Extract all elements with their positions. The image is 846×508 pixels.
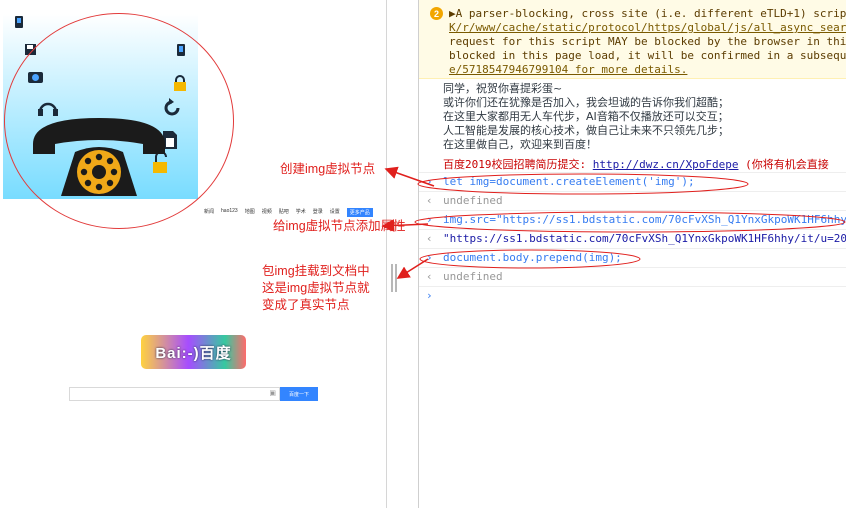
camera-search-icon[interactable]: ▣ bbox=[269, 389, 276, 397]
console-input-row: › let img=document.createElement('img'); bbox=[419, 173, 846, 192]
warning-line[interactable]: ▶A parser-blocking, cross site (i.e. dif… bbox=[449, 7, 846, 21]
recruit-suffix: (你将有机会直接 bbox=[738, 158, 829, 171]
recruit-link[interactable]: http://dwz.cn/XpoFdepe bbox=[593, 158, 739, 171]
input-chevron-icon: › bbox=[426, 175, 433, 188]
console-output-row: ‹ undefined bbox=[419, 192, 846, 211]
baidu-logo[interactable]: Bai:-)百度 bbox=[141, 335, 246, 369]
log-line: 人工智能是发展的核心技术，做自己让未来不只领先几步； bbox=[443, 124, 729, 137]
log-line: 同学，祝贺你喜提彩蛋~ bbox=[443, 82, 563, 95]
devtools-console: 2 ▶A parser-blocking, cross site (i.e. d… bbox=[418, 0, 846, 508]
console-output-row: ‹ "https://ss1.bdstatic.com/70cFvXSh_Q1Y… bbox=[419, 230, 846, 249]
splitter-gap bbox=[387, 0, 418, 508]
nav-tieba[interactable]: 贴吧 bbox=[279, 208, 289, 217]
command-prepend[interactable]: document.body.prepend(img); bbox=[443, 251, 622, 264]
warning-message: 2 ▶A parser-blocking, cross site (i.e. d… bbox=[419, 0, 846, 79]
nav-video[interactable]: 视频 bbox=[262, 208, 272, 217]
easter-egg-message: 同学，祝贺你喜提彩蛋~ 或许你们还在犹豫是否加入，我会坦诚的告诉你我们超酷； 在… bbox=[443, 82, 729, 152]
warning-line: request for this script MAY be blocked b… bbox=[449, 35, 846, 48]
command-set-src[interactable]: img.src="https://ss1.bdstatic.com/70cFvX… bbox=[443, 213, 846, 226]
logo-text: Bai:-)百度 bbox=[155, 344, 232, 362]
result-undefined: undefined bbox=[443, 270, 503, 283]
annotation-attr: 给img虚拟节点添加属性 bbox=[273, 219, 406, 233]
browser-page: 新闻 hao123 地图 视频 贴吧 学术 登录 设置 更多产品 Bai:-)百… bbox=[0, 0, 387, 508]
console-input-row: › document.body.prepend(img); bbox=[419, 249, 846, 268]
log-line: 在这里做自己，欢迎来到百度！ bbox=[443, 138, 597, 151]
prompt-chevron-icon: › bbox=[426, 289, 433, 302]
output-chevron-icon: ‹ bbox=[426, 232, 433, 245]
warning-line[interactable]: e/5718547946799104 for more details. bbox=[449, 63, 687, 77]
annotation-mount-2: 这是img虚拟节点就 bbox=[262, 281, 370, 295]
nav-login[interactable]: 登录 bbox=[313, 208, 323, 217]
recruit-line: 百度2019校园招聘简历提交: http://dwz.cn/XpoFdepe (… bbox=[419, 154, 846, 173]
warning-line[interactable]: K/r/www/cache/static/protocol/https/glob… bbox=[449, 21, 846, 35]
log-line: 或许你们还在犹豫是否加入，我会坦诚的告诉你我们超酷； bbox=[443, 96, 729, 109]
input-chevron-icon: › bbox=[426, 213, 433, 226]
annotation-create: 创建img虚拟节点 bbox=[280, 162, 376, 176]
nav-map[interactable]: 地图 bbox=[245, 208, 255, 217]
output-chevron-icon: ‹ bbox=[426, 270, 433, 283]
result-undefined: undefined bbox=[443, 194, 503, 207]
nav-news[interactable]: 新闻 bbox=[204, 208, 214, 217]
nav-settings[interactable]: 设置 bbox=[330, 208, 340, 217]
highlight-circle bbox=[4, 13, 234, 229]
recruit-text: 百度2019校园招聘简历提交: bbox=[443, 158, 593, 171]
output-chevron-icon: ‹ bbox=[426, 194, 433, 207]
command-create-element[interactable]: let img=document.createElement('img'); bbox=[443, 175, 695, 188]
warning-count-badge: 2 bbox=[430, 7, 443, 20]
nav-hao123[interactable]: hao123 bbox=[221, 208, 238, 217]
annotation-mount-1: 包img挂载到文档中 bbox=[262, 264, 370, 278]
annotation-mount-3: 变成了真实节点 bbox=[262, 298, 350, 312]
console-input-row: › img.src="https://ss1.bdstatic.com/70cF… bbox=[419, 211, 846, 230]
top-nav: 新闻 hao123 地图 视频 贴吧 学术 登录 设置 更多产品 bbox=[204, 208, 373, 217]
more-products-button[interactable]: 更多产品 bbox=[346, 208, 373, 217]
log-line: 在这里大家都用无人车代步，AI音箱不仅播放还可以交互； bbox=[443, 110, 729, 123]
console-output-row: ‹ undefined bbox=[419, 268, 846, 287]
console-prompt[interactable]: › bbox=[419, 287, 846, 305]
phone-small-icon bbox=[15, 16, 23, 28]
input-chevron-icon: › bbox=[426, 251, 433, 264]
result-src-string[interactable]: "https://ss1.bdstatic.com/70cFvXSh_Q1Ynx… bbox=[443, 232, 846, 245]
nav-scholar[interactable]: 学术 bbox=[296, 208, 306, 217]
warning-line: blocked in this page load, it will be co… bbox=[449, 49, 846, 62]
search-button[interactable]: 百度一下 bbox=[280, 387, 318, 401]
search-input[interactable]: ▣ bbox=[69, 387, 280, 401]
